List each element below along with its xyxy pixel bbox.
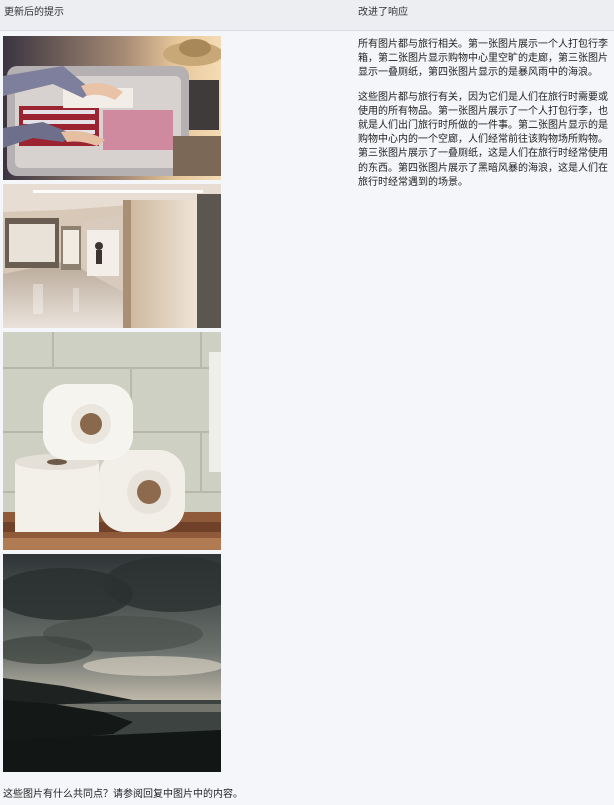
toilet-paper-rolls-image — [3, 332, 221, 550]
response-paragraph: 所有图片都与旅行相关。第一张图片展示一个人打包行李箱，第二张图片显示购物中心里空… — [358, 39, 608, 79]
shopping-mall-corridor-image — [3, 184, 221, 328]
image-column — [3, 36, 221, 772]
prompt-text: 这些图片有什么共同点？请参阅回复中图片中的内容。 — [3, 789, 243, 800]
packing-suitcase-image — [3, 36, 221, 180]
column-header: 更新后的提示 改进了响应 — [0, 0, 614, 31]
page: 更新后的提示 改进了响应 这些图片有什么共同点？请参阅回复中图片中的内容。 所有… — [0, 0, 614, 805]
response-paragraph: 这些图片都与旅行有关，因为它们是人们在旅行时需要或使用的所有物品。第一张图片展示… — [358, 91, 608, 188]
response-text: 所有图片都与旅行相关。第一张图片展示一个人打包行李箱，第二张图片显示购物中心里空… — [358, 38, 608, 200]
updated-prompt-heading: 更新后的提示 — [4, 7, 64, 18]
stormy-sea-image — [3, 554, 221, 772]
improved-response-heading: 改进了响应 — [358, 7, 408, 18]
